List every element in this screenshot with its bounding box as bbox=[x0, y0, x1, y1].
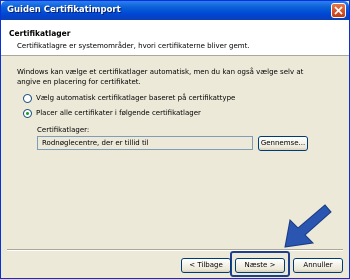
window-title: Guiden Certifikatimport bbox=[7, 5, 121, 15]
page-description: Certifikatlagre er systemområder, hvori … bbox=[17, 42, 250, 50]
intro-line-1: Windows kan vælge et certifikatlager aut… bbox=[17, 68, 304, 76]
cancel-button[interactable]: Annuller bbox=[293, 258, 343, 273]
intro-text: Windows kan vælge et certifikatlager aut… bbox=[17, 68, 337, 87]
close-icon bbox=[334, 6, 343, 15]
page-title: Certifikatlager bbox=[9, 29, 71, 38]
wizard-header: Certifikatlager Certifikatlagre er syste… bbox=[1, 20, 349, 56]
certificate-store-field[interactable]: Rodnøglecentre, der er tillid til bbox=[37, 136, 253, 150]
radio-manual-circle[interactable] bbox=[23, 109, 32, 118]
radio-manual-label[interactable]: Placer alle certifikater i følgende cert… bbox=[36, 109, 201, 117]
browse-button[interactable]: Gennemse... bbox=[258, 136, 308, 151]
close-button[interactable] bbox=[331, 3, 346, 18]
radio-auto-label[interactable]: Vælg automatisk certifikatlager baseret … bbox=[36, 94, 235, 102]
next-button[interactable]: Næste > bbox=[235, 258, 285, 273]
pointer-arrow-icon bbox=[284, 204, 332, 248]
radio-auto-circle[interactable] bbox=[23, 94, 32, 103]
title-bar[interactable]: Guiden Certifikatimport bbox=[1, 1, 349, 20]
intro-line-2: angive en placering for certifikatet. bbox=[17, 77, 141, 86]
certificate-store-label: Certifikatlager: bbox=[37, 126, 90, 134]
radio-selected-dot bbox=[26, 112, 29, 115]
certificate-import-wizard-window: Guiden Certifikatimport Certifikatlager … bbox=[0, 0, 350, 279]
back-button[interactable]: < Tilbage bbox=[181, 258, 231, 273]
